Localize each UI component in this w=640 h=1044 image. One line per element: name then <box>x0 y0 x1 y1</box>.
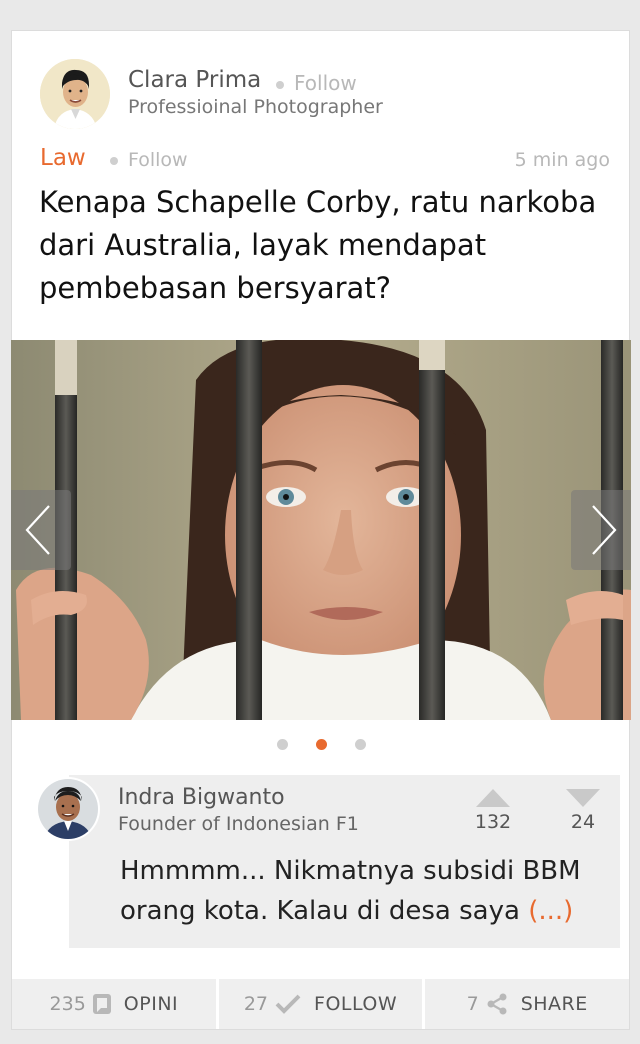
follow-dot-icon <box>110 156 118 165</box>
share-button[interactable]: 7 SHARE <box>422 979 630 1029</box>
upvote-button[interactable]: 132 <box>463 789 523 833</box>
read-more-link[interactable]: (...) <box>528 896 573 926</box>
follow-count: 27 <box>243 993 269 1015</box>
checkmark-icon <box>275 994 301 1014</box>
comment-text: Hmmmm... Nikmatnya subsidi BBM orang kot… <box>120 851 610 931</box>
chevron-right-icon <box>592 505 617 555</box>
follow-dot-icon <box>276 80 284 89</box>
downvote-icon <box>566 789 600 807</box>
downvote-count: 24 <box>570 811 596 833</box>
commenter-avatar[interactable] <box>36 777 100 841</box>
author-avatar[interactable] <box>40 59 110 129</box>
share-count: 7 <box>466 993 479 1015</box>
category-link[interactable]: Law <box>40 145 86 171</box>
carousel-image[interactable] <box>11 340 631 720</box>
post-headline[interactable]: Kenapa Schapelle Corby, ratu narkoba dar… <box>39 181 609 310</box>
chevron-left-icon <box>25 505 50 555</box>
share-label: SHARE <box>520 993 588 1015</box>
carousel-pagination <box>12 739 631 750</box>
opini-count: 235 <box>49 993 86 1015</box>
author-follow-label: Follow <box>294 71 357 95</box>
comment-icon <box>92 994 111 1014</box>
action-bar: 235 OPINI 27 FOLLOW 7 SHARE <box>12 979 630 1029</box>
post-card: Clara Prima Follow Professioinal Photogr… <box>11 30 631 1030</box>
category-follow-button[interactable]: Follow <box>110 149 188 171</box>
carousel-next-button[interactable] <box>571 490 631 570</box>
pagination-dot[interactable] <box>355 739 366 750</box>
commenter-title: Founder of Indonesian F1 <box>118 813 359 835</box>
carousel-prev-button[interactable] <box>11 490 71 570</box>
category-follow-label: Follow <box>128 149 188 171</box>
pagination-dot[interactable] <box>316 739 327 750</box>
comment-body: Hmmmm... Nikmatnya subsidi BBM orang kot… <box>120 856 581 926</box>
post-timestamp: 5 min ago <box>514 149 610 171</box>
author-follow-button[interactable]: Follow <box>276 71 357 95</box>
upvote-count: 132 <box>474 811 512 833</box>
commenter-name[interactable]: Indra Bigwanto <box>118 785 285 810</box>
downvote-button[interactable]: 24 <box>553 789 613 833</box>
opini-button[interactable]: 235 OPINI <box>12 979 216 1029</box>
author-title: Professioinal Photographer <box>128 96 383 118</box>
opini-label: OPINI <box>123 993 179 1015</box>
share-icon <box>487 993 507 1015</box>
pagination-dot[interactable] <box>277 739 288 750</box>
follow-button[interactable]: 27 FOLLOW <box>215 979 423 1029</box>
follow-label: FOLLOW <box>314 993 398 1015</box>
upvote-icon <box>476 789 510 807</box>
author-name[interactable]: Clara Prima <box>128 67 261 93</box>
